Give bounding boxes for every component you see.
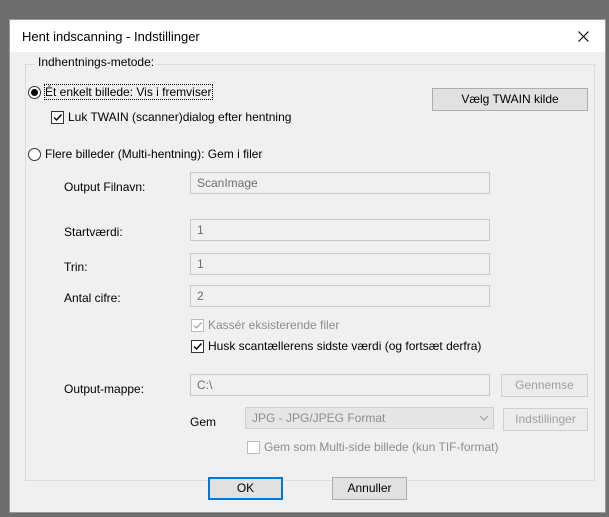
chevron-down-icon (479, 412, 489, 426)
digits-label: Antal cifre: (64, 291, 121, 305)
single-image-label[interactable]: Ét enkelt billede: Vis i fremviser (44, 84, 213, 100)
browse-button[interactable]: Gennemse (501, 374, 588, 397)
remember-counter-checkbox[interactable] (191, 340, 204, 353)
output-folder-field[interactable]: C:\ (190, 374, 490, 396)
output-filename-field[interactable]: ScanImage (190, 172, 490, 194)
format-select[interactable]: JPG - JPG/JPEG Format (245, 407, 494, 429)
start-value-label: Startværdi: (64, 225, 123, 239)
format-settings-button[interactable]: Indstillinger (503, 408, 588, 431)
format-select-value: JPG - JPG/JPEG Format (252, 411, 386, 425)
close-twain-checkbox[interactable] (51, 111, 64, 124)
output-filename-label: Output Filnavn: (64, 180, 146, 194)
output-folder-label: Output-mappe: (64, 382, 145, 396)
step-label: Trin: (64, 260, 88, 274)
select-twain-source-button[interactable]: Vælg TWAIN kilde (432, 88, 588, 111)
title-bar: Hent indscanning - Indstillinger (10, 20, 605, 52)
remember-counter-label: Husk scantællerens sidste værdi (og fort… (208, 339, 482, 353)
multipage-checkbox[interactable] (247, 441, 260, 454)
settings-dialog: Hent indscanning - Indstillinger Indhent… (9, 19, 606, 513)
single-image-radio[interactable] (28, 86, 41, 99)
save-format-label: Gem (190, 415, 217, 429)
group-legend: Indhentnings-metode: (35, 55, 158, 69)
window-title: Hent indscanning - Indstillinger (22, 29, 200, 44)
multi-image-label[interactable]: Flere billeder (Multi-hentning): Gem i f… (45, 147, 262, 161)
close-twain-label: Luk TWAIN (scanner)dialog efter hentning (68, 110, 292, 124)
discard-existing-checkbox[interactable] (191, 319, 204, 332)
multi-image-radio[interactable] (28, 148, 41, 161)
multipage-label: Gem som Multi-side billede (kun TIF-form… (264, 440, 499, 454)
ok-button[interactable]: OK (208, 477, 283, 500)
discard-existing-label: Kassér eksisterende filer (208, 318, 340, 332)
start-value-field[interactable]: 1 (190, 219, 490, 241)
close-icon[interactable] (565, 20, 601, 52)
step-field[interactable]: 1 (190, 253, 490, 275)
digits-field[interactable]: 2 (190, 285, 490, 307)
cancel-button[interactable]: Annuller (332, 477, 407, 500)
